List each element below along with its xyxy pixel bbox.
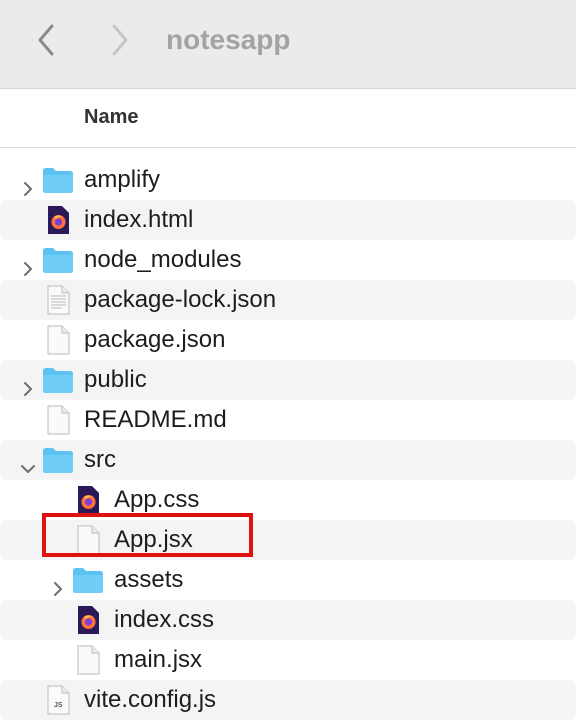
folder-row[interactable]: public [0, 360, 576, 400]
file-type-badge: JS [54, 702, 63, 709]
disclosure-collapsed-icon[interactable] [20, 251, 36, 276]
disclosure-expanded-icon[interactable] [20, 451, 36, 473]
window-title: notesapp [166, 24, 291, 55]
file-row[interactable]: index.html [0, 200, 576, 240]
file-row[interactable]: README.md [0, 400, 576, 440]
chevron-right-icon [112, 24, 128, 56]
disclosure-collapsed-icon[interactable] [20, 171, 36, 196]
folder-row[interactable]: src [0, 440, 576, 480]
folder-row[interactable]: amplify [0, 160, 576, 200]
file-name: assets [114, 566, 184, 593]
file-row[interactable]: main.jsx [0, 640, 576, 680]
chevron-left-icon [38, 24, 54, 56]
file-name: amplify [84, 166, 161, 193]
file-name: package-lock.json [84, 286, 277, 313]
file-row[interactable]: JS vite.config.js [0, 680, 576, 720]
file-name: README.md [84, 406, 227, 433]
folder-row[interactable]: node_modules [0, 240, 576, 280]
file-name: App.css [114, 486, 200, 513]
column-name-header[interactable]: Name [84, 106, 138, 129]
file-name: src [84, 446, 116, 473]
disclosure-collapsed-icon[interactable] [50, 571, 66, 596]
toolbar: notesapp [0, 0, 576, 89]
file-row[interactable]: App.jsx [0, 520, 576, 560]
forward-button[interactable] [106, 22, 134, 58]
file-row[interactable]: package-lock.json [0, 280, 576, 320]
file-name: App.jsx [114, 526, 193, 553]
file-row[interactable]: package.json [0, 320, 576, 360]
file-name: public [84, 366, 147, 393]
disclosure-collapsed-icon[interactable] [20, 371, 36, 396]
file-name: node_modules [84, 246, 242, 273]
file-name: package.json [84, 326, 226, 353]
back-button[interactable] [32, 22, 60, 58]
folder-row[interactable]: assets [0, 560, 576, 600]
file-name: index.css [114, 606, 215, 633]
file-name: main.jsx [114, 646, 203, 673]
file-row[interactable]: index.css [0, 600, 576, 640]
file-name: index.html [84, 206, 194, 233]
js-file-icon: JS [45, 685, 71, 728]
file-row[interactable]: App.css [0, 480, 576, 520]
column-header: Name [0, 89, 576, 148]
file-list: amplify index.html node_modules package-loc… [0, 160, 576, 720]
file-name: vite.config.js [84, 686, 217, 713]
